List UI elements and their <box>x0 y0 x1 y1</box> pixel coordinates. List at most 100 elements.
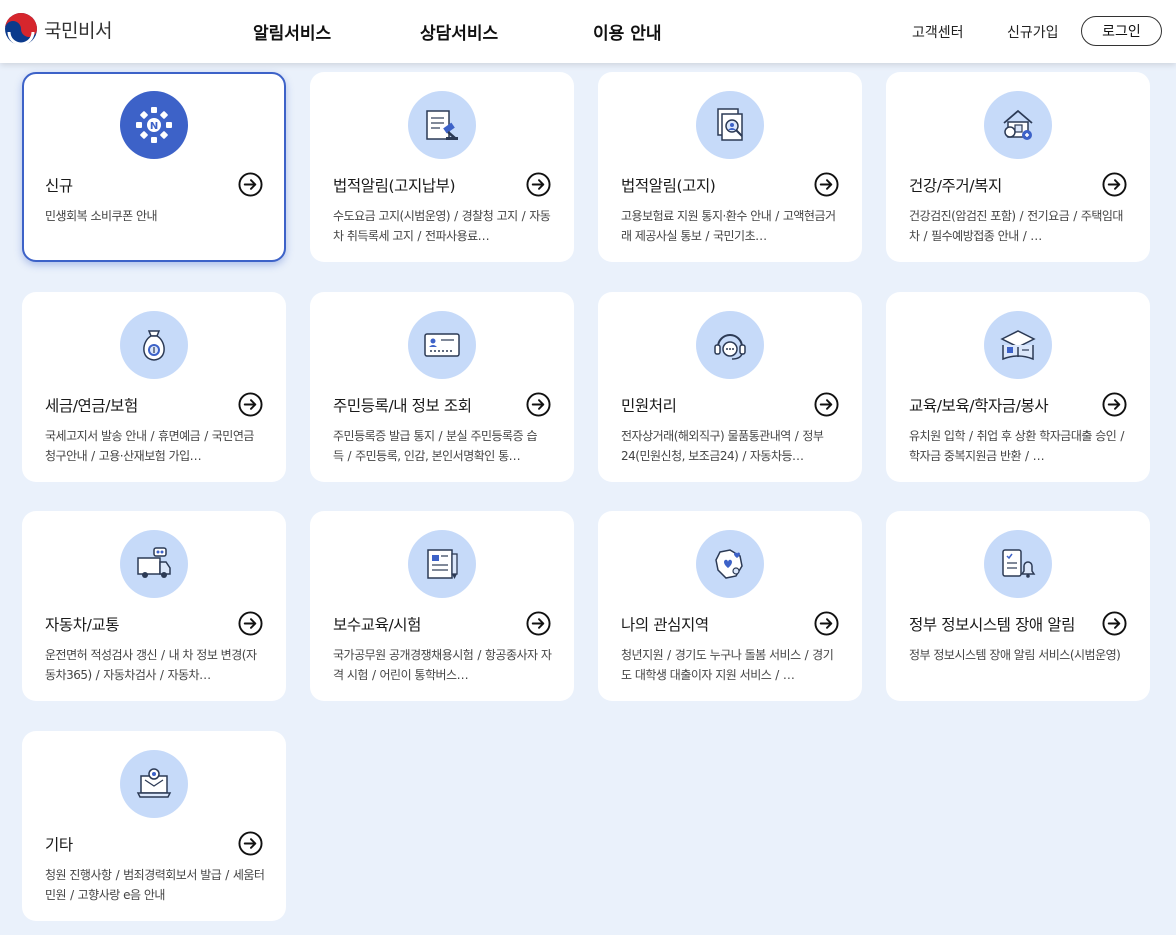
site-header: 국민비서 알림서비스 상담서비스 이용 안내 고객센터 신규가입 로그인 <box>0 0 1176 63</box>
arrow-right-circle-icon[interactable] <box>238 392 263 417</box>
mail-laptop-icon-badge <box>120 750 188 818</box>
item-separator: / <box>150 429 155 443</box>
item-separator: / <box>161 648 165 662</box>
signup-link[interactable]: 신규가입 <box>1007 22 1059 42</box>
category-title: 나의 관심지역 <box>621 616 709 634</box>
site-logo[interactable]: 국민비서 <box>4 12 112 46</box>
category-card-11[interactable]: 나의 관심지역 청년지원 / 경기도 누구나 돌봄 서비스 / 경기도 대학생 대출이자… <box>598 511 862 701</box>
exam-paper-icon-badge <box>408 530 476 598</box>
money-bag-icon-badge <box>120 311 188 379</box>
category-card-5[interactable]: 세금/연금/보험 국세고지서 발송 안내 / 휴면예금 / 국민연금 청구안내 / 고용·산… <box>22 292 286 482</box>
legal-notice-icon-badge <box>696 91 764 159</box>
category-title: 법적알림(고지) <box>621 177 716 195</box>
service-item: 취업 후 상환 학자금대출 승인 <box>976 429 1117 443</box>
login-button[interactable]: 로그인 <box>1081 16 1162 46</box>
category-description: 주민등록증 발급 통지 / 분실 주민등록증 습득 / 주민등록, 인감, 본인서명확인… <box>333 426 555 466</box>
category-card-13[interactable]: 기타 청원 진행사항 / 범죄경력회보서 발급 / 세움터 민원 / 고향사랑 e음 안내 <box>22 731 286 921</box>
nav-consultation-service[interactable]: 상담서비스 <box>420 19 498 44</box>
category-card-10[interactable]: 보수교육/시험 국가공무원 공개경쟁채용시험 / 항공종사자 자격 시험 / 어린이 통… <box>310 511 574 701</box>
item-separator: / <box>1019 209 1024 223</box>
category-title: 건강/주거/복지 <box>909 177 1002 195</box>
category-title: 주민등록/내 정보 조회 <box>333 397 472 415</box>
logo-text: 국민비서 <box>44 19 112 42</box>
arrow-right-circle-icon[interactable] <box>814 611 839 636</box>
svg-text:N: N <box>150 121 158 132</box>
service-item: 자동차… <box>167 668 211 682</box>
service-item: 자동차등… <box>749 449 804 463</box>
headset-icon <box>714 334 746 360</box>
category-description: 유치원 입학 / 취업 후 상환 학자금대출 승인/학자금 중복지원금 반환 /… <box>909 426 1131 466</box>
service-item: 청년지원 <box>621 648 664 662</box>
id-card-icon <box>424 333 460 357</box>
item-separator: / <box>371 668 376 682</box>
category-description: 청년지원 / 경기도 누구나 돌봄 서비스 / 경기도 대학생 대출이자 지원 서비스 /… <box>621 645 843 685</box>
checklist-bell-icon <box>1002 549 1036 578</box>
arrow-right-circle-icon[interactable] <box>1102 392 1127 417</box>
category-description: 고용보험료 지원 통지·환수 안내 / 고액현금거래 제공사실 통보 / 국민기초… <box>621 206 843 246</box>
service-item: 민생회복 소비쿠폰 안내 <box>45 209 158 223</box>
arrow-right-circle-icon[interactable] <box>1102 172 1127 197</box>
item-separator: / <box>1025 449 1029 463</box>
item-separator: / <box>521 209 526 223</box>
item-separator: / <box>454 209 458 223</box>
service-item: 주민등록, 인감, 본인서명확인 통… <box>355 449 521 463</box>
category-card-7[interactable]: 민원처리 전자상거래(해외직구) 물품통관내역 / 정부24(민원신청, 보조금24… <box>598 292 862 482</box>
arrow-right-circle-icon[interactable] <box>526 392 551 417</box>
service-item: 주민등록증 발급 통지 <box>333 429 435 443</box>
item-separator: / <box>95 668 100 682</box>
headset-icon-badge <box>696 311 764 379</box>
customer-center-link[interactable]: 고객센터 <box>912 22 964 42</box>
item-separator: / <box>775 209 779 223</box>
arrow-right-circle-icon[interactable] <box>238 611 263 636</box>
new-badge-icon-badge: N <box>120 91 188 159</box>
service-item: 전자상거래(해외직구) 물품통관내역 <box>621 429 791 443</box>
item-separator: / <box>347 449 352 463</box>
category-card-9[interactable]: 자동차/교통 운전면허 적성검사 갱신 / 내 차 정보 변경(자동차365) / 자동… <box>22 511 286 701</box>
service-item: 어린이 통학버스… <box>379 668 469 682</box>
checklist-bell-icon-badge <box>984 530 1052 598</box>
service-item: 범죄경력회보서 발급 <box>123 868 222 882</box>
category-description: 국세고지서 발송 안내 / 휴면예금 / 국민연금 청구안내 / 고용·산재보험 가입… <box>45 426 267 466</box>
category-card-3[interactable]: 법적알림(고지) 고용보험료 지원 통지·환수 안내 / 고액현금거래 제공사실 통… <box>598 72 862 262</box>
category-card-12[interactable]: 정부 정보시스템 장애 알림 정부 정보시스템 장애 알림 서비스(시범운영) <box>886 511 1150 701</box>
category-description: 수도요금 고지(시범운영) / 경찰청 고지 / 자동차 취득록세 고지 / 전파사용료… <box>333 206 555 246</box>
service-item: 전기요금 <box>1027 209 1070 223</box>
money-bag-icon <box>143 330 165 361</box>
service-item: 운전면허 적성검사 갱신 <box>45 648 158 662</box>
category-title: 신규 <box>45 177 73 195</box>
category-description: 건강검진(암검진 포함) / 전기요금 / 주택임대차 / 필수예방접종 안내 /… <box>909 206 1131 246</box>
arrow-right-circle-icon[interactable] <box>238 831 263 856</box>
item-separator: / <box>159 668 164 682</box>
item-separator: / <box>91 449 95 463</box>
arrow-right-circle-icon[interactable] <box>814 392 839 417</box>
gavel-document-icon <box>426 110 458 140</box>
service-item: 유치원 입학 <box>909 429 966 443</box>
category-card-6[interactable]: 주민등록/내 정보 조회 주민등록증 발급 통지 / 분실 주민등록증 습득 / 주민등… <box>310 292 574 482</box>
arrow-right-circle-icon[interactable] <box>238 172 263 197</box>
category-title: 정부 정보시스템 장애 알림 <box>909 616 1076 634</box>
map-heart-icon-badge <box>696 530 764 598</box>
nav-usage-guide[interactable]: 이용 안내 <box>593 19 661 44</box>
item-separator: / <box>438 429 443 443</box>
category-card-2[interactable]: 법적알림(고지납부) 수도요금 고지(시범운영) / 경찰청 고지 / 자동차 취득록세… <box>310 72 574 262</box>
id-card-icon-badge <box>408 311 476 379</box>
category-description: 민생회복 소비쿠폰 안내 <box>45 206 267 226</box>
arrow-right-circle-icon[interactable] <box>1102 611 1127 636</box>
arrow-right-circle-icon[interactable] <box>814 172 839 197</box>
item-separator: / <box>225 868 229 882</box>
item-separator: / <box>204 429 208 443</box>
service-item: 국가공무원 공개경쟁채용시험 <box>333 648 474 662</box>
new-badge-icon: N <box>136 107 172 143</box>
arrow-right-circle-icon[interactable] <box>526 611 551 636</box>
category-card-8[interactable]: 교육/보육/학자금/봉사 유치원 입학 / 취업 후 상환 학자금대출 승인/학자금… <box>886 292 1150 482</box>
category-card-1[interactable]: N 신규 민생회복 소비쿠폰 안내 <box>22 72 286 262</box>
service-item: 고용·산재보험 가입… <box>98 449 202 463</box>
category-card-4[interactable]: 건강/주거/복지 건강검진(암검진 포함) / 전기요금 / 주택임대차 / 필수예방접종 … <box>886 72 1150 262</box>
service-item: 경기도 누구나 돌봄 서비스 <box>674 648 801 662</box>
arrow-right-circle-icon[interactable] <box>526 172 551 197</box>
category-description: 정부 정보시스템 장애 알림 서비스(시범운영) <box>909 645 1131 665</box>
item-separator: / <box>477 648 481 662</box>
nav-notification-service[interactable]: 알림서비스 <box>253 19 331 44</box>
item-separator: / <box>417 229 421 243</box>
category-title: 교육/보육/학자금/봉사 <box>909 397 1049 415</box>
